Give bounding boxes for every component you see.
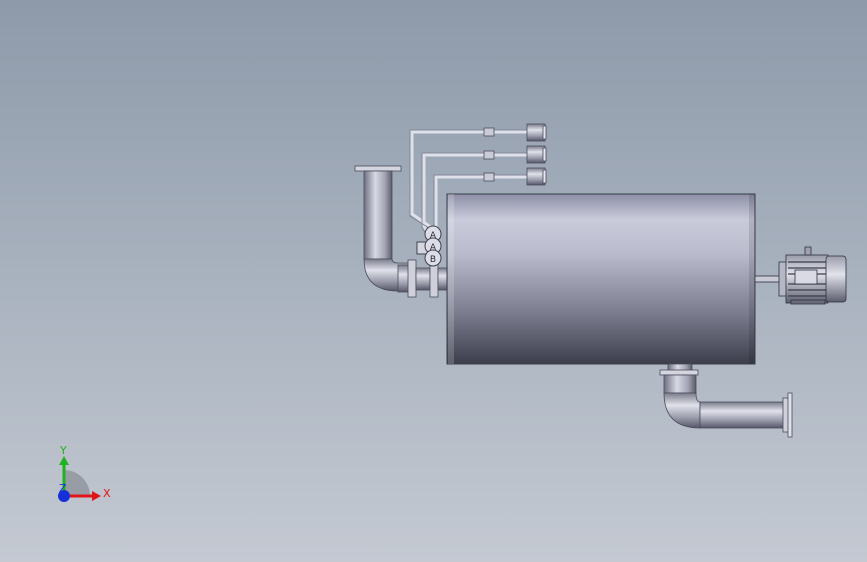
motor-shaft xyxy=(754,275,782,283)
coupling-middle xyxy=(483,150,495,160)
coupling-top xyxy=(483,127,495,137)
gauge-cap-middle xyxy=(526,145,546,164)
y-axis-label: Y xyxy=(59,444,67,457)
motor-terminal-box xyxy=(794,269,818,285)
gauge-b: B xyxy=(424,249,442,267)
gauge-caps[interactable] xyxy=(526,123,547,186)
gauge-couplings[interactable] xyxy=(483,127,495,182)
gauge-cap-bottom xyxy=(526,167,546,186)
model-scene[interactable]: A A B xyxy=(0,0,867,562)
x-axis-arrow xyxy=(92,491,101,501)
x-axis-label: X xyxy=(103,487,111,500)
coupling-bottom xyxy=(483,172,495,182)
axis-triad: Y X Z xyxy=(58,444,111,502)
3d-viewport[interactable]: A A B Y X Z xyxy=(0,0,867,562)
gauges[interactable]: A A B xyxy=(416,225,442,267)
motor-fan-cover xyxy=(825,255,847,303)
gauge-b-label: B xyxy=(430,255,436,265)
outlet-pipe[interactable] xyxy=(659,363,793,438)
gauge-cap-top xyxy=(526,123,546,142)
z-axis-label: Z xyxy=(59,482,67,495)
motor[interactable] xyxy=(754,246,847,305)
outlet-flange-top xyxy=(659,369,699,376)
tank-body[interactable] xyxy=(446,193,756,365)
outlet-flange-end xyxy=(787,392,793,438)
inlet-flange xyxy=(354,165,402,172)
y-axis-arrow xyxy=(59,456,69,465)
